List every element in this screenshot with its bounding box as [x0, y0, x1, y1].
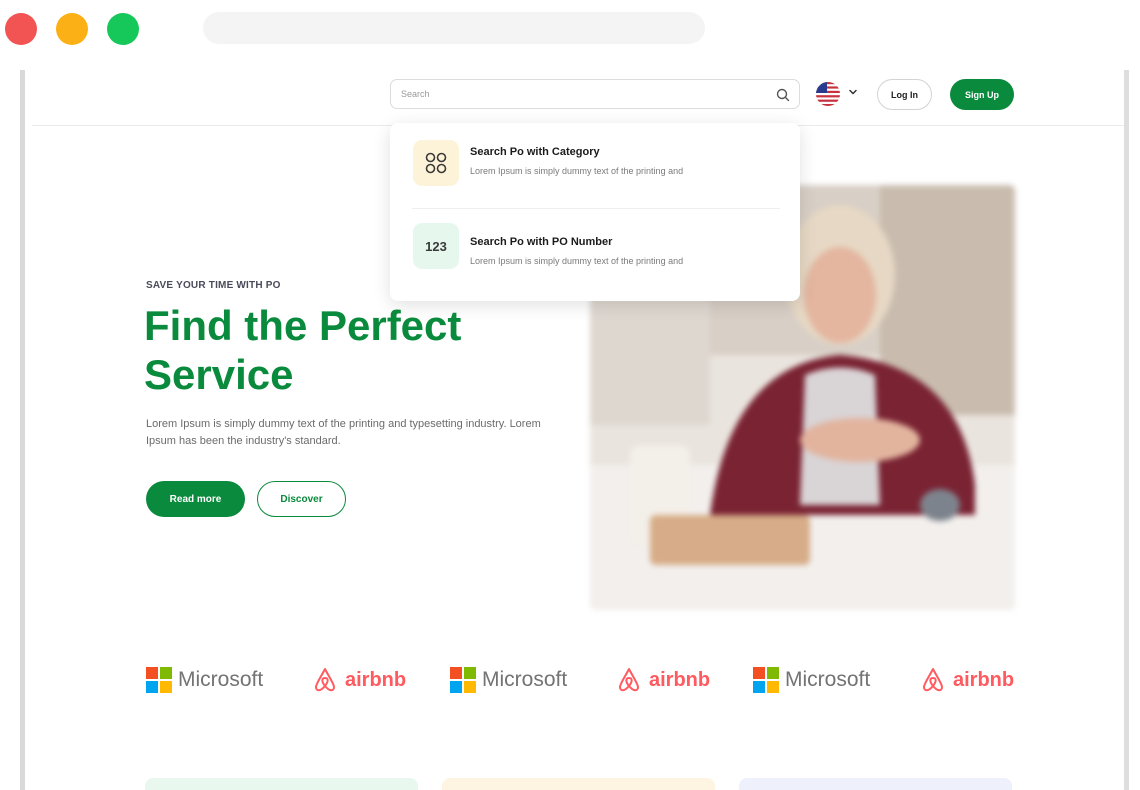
dropdown-item-title: Search Po with Category [470, 146, 600, 158]
hero-headline: Find the Perfect Service [144, 302, 462, 398]
dropdown-divider [412, 208, 780, 209]
partner-name: airbnb [345, 668, 407, 691]
airbnb-logo-icon [619, 668, 639, 692]
partner-name: airbnb [649, 668, 711, 691]
search-dropdown: Search Po with Category Lorem Ipsum is s… [390, 123, 800, 301]
partner-logo-airbnb: airbnb [310, 665, 406, 695]
login-button[interactable]: Log In [877, 79, 932, 110]
window-frame-right [1124, 70, 1129, 790]
number-123-icon: 123 [425, 238, 447, 254]
search-bar[interactable] [390, 79, 800, 109]
dropdown-icon-box [413, 140, 459, 186]
window-close-button[interactable] [5, 13, 37, 45]
partner-logo-microsoft: Microsoft [753, 665, 870, 695]
chevron-down-icon[interactable] [847, 86, 859, 98]
partner-logo-microsoft: Microsoft [146, 665, 263, 695]
airbnb-logo-icon [923, 668, 943, 692]
address-bar[interactable] [203, 12, 705, 44]
microsoft-logo-icon [450, 667, 476, 693]
feature-card[interactable] [739, 778, 1012, 790]
microsoft-logo-icon [753, 667, 779, 693]
dropdown-item-description: Lorem Ipsum is simply dummy text of the … [470, 166, 684, 176]
hero-eyebrow: SAVE YOUR TIME WITH PO [146, 280, 281, 291]
dropdown-item-title: Search Po with PO Number [470, 236, 613, 248]
search-input[interactable] [401, 86, 761, 102]
dropdown-item-po-number[interactable]: 123 Search Po with PO Number Lorem Ipsum… [390, 213, 800, 301]
category-grid-icon [425, 152, 447, 174]
page-viewport: Log In Sign Up Search Po [25, 70, 1124, 790]
partner-name: Microsoft [785, 668, 871, 691]
dropdown-icon-box: 123 [413, 223, 459, 269]
dropdown-item-description: Lorem Ipsum is simply dummy text of the … [470, 256, 684, 266]
window-maximize-button[interactable] [107, 13, 139, 45]
search-icon[interactable] [775, 87, 791, 103]
airbnb-logo-icon [315, 668, 335, 692]
partner-name: airbnb [953, 668, 1015, 691]
browser-chrome [0, 0, 1140, 62]
dropdown-item-category[interactable]: Search Po with Category Lorem Ipsum is s… [390, 123, 800, 211]
us-flag-icon[interactable] [816, 82, 840, 106]
read-more-button[interactable]: Read more [146, 481, 245, 517]
partner-name: Microsoft [482, 668, 568, 691]
partner-name: Microsoft [178, 668, 264, 691]
microsoft-logo-icon [146, 667, 172, 693]
hero-description: Lorem Ipsum is simply dummy text of the … [146, 418, 541, 447]
feature-card[interactable] [145, 778, 418, 790]
partner-logo-airbnb: airbnb [614, 665, 710, 695]
window-minimize-button[interactable] [56, 13, 88, 45]
discover-button[interactable]: Discover [257, 481, 346, 517]
feature-card[interactable] [442, 778, 715, 790]
signup-button[interactable]: Sign Up [950, 79, 1014, 110]
partner-logo-airbnb: airbnb [918, 665, 1014, 695]
partner-logo-microsoft: Microsoft [450, 665, 567, 695]
